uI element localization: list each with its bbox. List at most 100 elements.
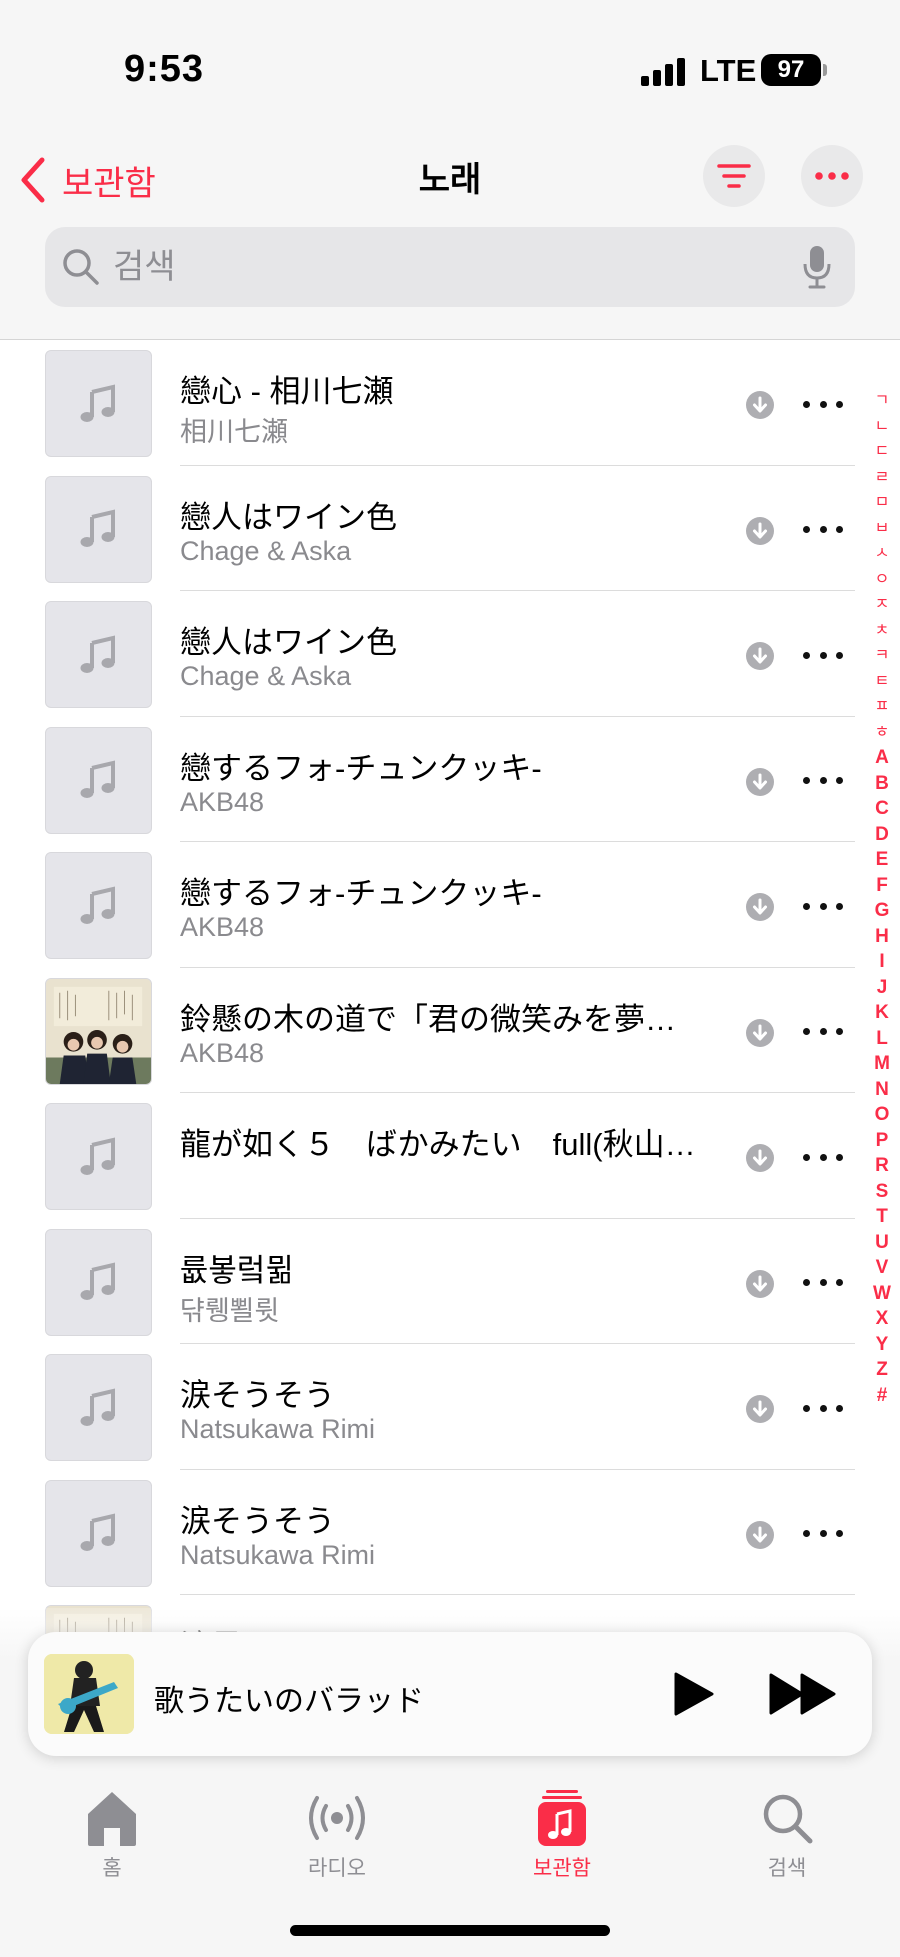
index-letter[interactable]: H [868, 924, 896, 950]
song-row[interactable]: 涙そうそう Natsukawa Rimi [0, 1470, 860, 1595]
download-icon[interactable] [745, 1520, 775, 1550]
song-row[interactable]: 戀人はワイン色 Chage & Aska [0, 466, 860, 591]
index-letter[interactable]: ㅎ [868, 720, 896, 746]
index-letter[interactable]: Z [868, 1357, 896, 1383]
music-note-icon [80, 509, 115, 547]
song-more-button[interactable] [803, 771, 843, 791]
tab-library[interactable]: 보관함 [472, 1778, 652, 1882]
song-row[interactable]: 륪봏렄뮒 댞뤵뾜륏 [0, 1219, 860, 1344]
play-icon[interactable] [668, 1670, 716, 1718]
song-more-button[interactable] [803, 1147, 843, 1167]
song-title: 륪봏렄뮒 [180, 1252, 295, 1288]
music-note-icon [80, 1387, 115, 1426]
index-letter[interactable]: C [868, 796, 896, 822]
search-input[interactable] [113, 247, 801, 287]
index-letter[interactable]: W [868, 1281, 896, 1307]
song-row[interactable]: 涙そうそう Natsukawa Rimi [0, 1344, 860, 1470]
index-letter[interactable]: ㅂ [868, 516, 896, 542]
index-letter[interactable]: ㅈ [868, 592, 896, 618]
song-more-button[interactable] [803, 1273, 843, 1293]
tab-radio[interactable]: 라디오 [247, 1778, 427, 1882]
song-more-button[interactable] [803, 1022, 843, 1042]
download-icon[interactable] [745, 1394, 775, 1424]
download-icon[interactable] [745, 1269, 775, 1299]
index-letter[interactable]: ㅁ [868, 490, 896, 516]
song-row[interactable]: 鈴懸の木の道で「君の微笑みを夢に… AKB48 [0, 968, 860, 1093]
song-more-button[interactable] [803, 394, 843, 414]
index-letter[interactable]: ㅊ [868, 618, 896, 644]
download-icon[interactable] [745, 390, 775, 420]
song-artwork [45, 1103, 152, 1210]
index-letter[interactable]: B [868, 771, 896, 797]
song-title: 戀人はワイン色 [180, 625, 397, 660]
index-letter[interactable]: P [868, 1128, 896, 1154]
tab-home[interactable]: 홈 [22, 1778, 202, 1882]
download-icon[interactable] [745, 767, 775, 797]
song-row[interactable]: 戀するフォ-チュンクッキ- AKB48 [0, 717, 860, 842]
song-title: 鈴懸の木の道で「君の微笑みを夢に… [180, 1001, 705, 1037]
index-letter[interactable]: ㅍ [868, 694, 896, 720]
song-row[interactable]: 戀するフォ-チュンクッキ- AKB48 [0, 842, 860, 968]
music-note-icon [80, 383, 115, 422]
song-row[interactable]: 龍が如く５ ばかみたい full(秋山… [0, 1093, 860, 1219]
index-letter[interactable]: ㅅ [868, 541, 896, 567]
song-more-button[interactable] [803, 1524, 843, 1544]
index-letter[interactable]: R [868, 1153, 896, 1179]
index-letter[interactable]: K [868, 1000, 896, 1026]
song-more-button[interactable] [803, 896, 843, 916]
song-more-button[interactable] [803, 1398, 843, 1418]
sort-icon [717, 164, 751, 188]
index-letter[interactable]: A [868, 745, 896, 771]
microphone-icon[interactable] [801, 244, 833, 290]
index-letter[interactable]: U [868, 1230, 896, 1256]
sort-filter-button[interactable] [703, 145, 765, 207]
index-letter[interactable]: O [868, 1102, 896, 1128]
index-letter[interactable]: J [868, 975, 896, 1001]
battery-icon: 97 [761, 54, 821, 86]
cellular-signal-icon [641, 58, 687, 86]
tab-search-label: 검색 [767, 1857, 807, 1880]
song-row[interactable]: 戀人はワイン色 Chage & Aska [0, 591, 860, 717]
song-list: 戀心 - 相川七瀬 相川七瀬 戀人はワイン色 Chage & Aska 戀人はワイン色 C… [0, 340, 860, 1721]
song-artist: Chage & Aska [180, 661, 352, 691]
index-letter[interactable]: ㅋ [868, 643, 896, 669]
tab-search[interactable]: 검색 [697, 1778, 877, 1882]
download-icon[interactable] [745, 641, 775, 671]
index-letter[interactable]: ㅇ [868, 567, 896, 593]
index-letter[interactable]: ㄴ [868, 414, 896, 440]
index-letter[interactable]: ㄷ [868, 439, 896, 465]
index-letter[interactable]: F [868, 873, 896, 899]
song-artwork [45, 1479, 152, 1587]
index-letter[interactable]: E [868, 847, 896, 873]
index-letter[interactable]: M [868, 1051, 896, 1077]
index-letter[interactable]: S [868, 1179, 896, 1205]
index-letter[interactable]: ㄱ [868, 388, 896, 414]
index-letter[interactable]: I [868, 949, 896, 975]
download-icon[interactable] [745, 1018, 775, 1048]
back-button[interactable]: 보관함 [16, 152, 156, 208]
index-letter[interactable]: V [868, 1255, 896, 1281]
song-more-button[interactable] [803, 520, 843, 540]
search-icon [763, 1794, 813, 1844]
index-letter[interactable]: X [868, 1306, 896, 1332]
song-title: 戀するフォ-チュンクッキ- [180, 876, 542, 911]
index-letter[interactable]: T [868, 1204, 896, 1230]
index-letter[interactable]: # [868, 1383, 896, 1409]
index-letter[interactable]: L [868, 1026, 896, 1052]
download-icon[interactable] [745, 892, 775, 922]
section-index-bar[interactable]: ㄱㄴㄷㄹㅁㅂㅅㅇㅈㅊㅋㅌㅍㅎ A B C D E F G H I J K L M N O P R S T U V W X Y Z # [868, 388, 896, 1408]
index-letter[interactable]: D [868, 822, 896, 848]
download-icon[interactable] [745, 516, 775, 546]
index-letter[interactable]: Y [868, 1332, 896, 1358]
index-letter[interactable]: N [868, 1077, 896, 1103]
index-letter[interactable]: G [868, 898, 896, 924]
fast-forward-icon[interactable] [768, 1672, 838, 1716]
index-letter[interactable]: ㄹ [868, 465, 896, 491]
song-row[interactable]: 戀心 - 相川七瀬 相川七瀬 [0, 340, 860, 466]
mini-player[interactable]: 歌うたいのバラッド [28, 1632, 872, 1756]
index-letter[interactable]: ㅌ [868, 669, 896, 695]
download-icon[interactable] [745, 1143, 775, 1173]
song-more-button[interactable] [803, 645, 843, 665]
more-options-button[interactable] [801, 145, 863, 207]
song-artwork [45, 475, 152, 583]
